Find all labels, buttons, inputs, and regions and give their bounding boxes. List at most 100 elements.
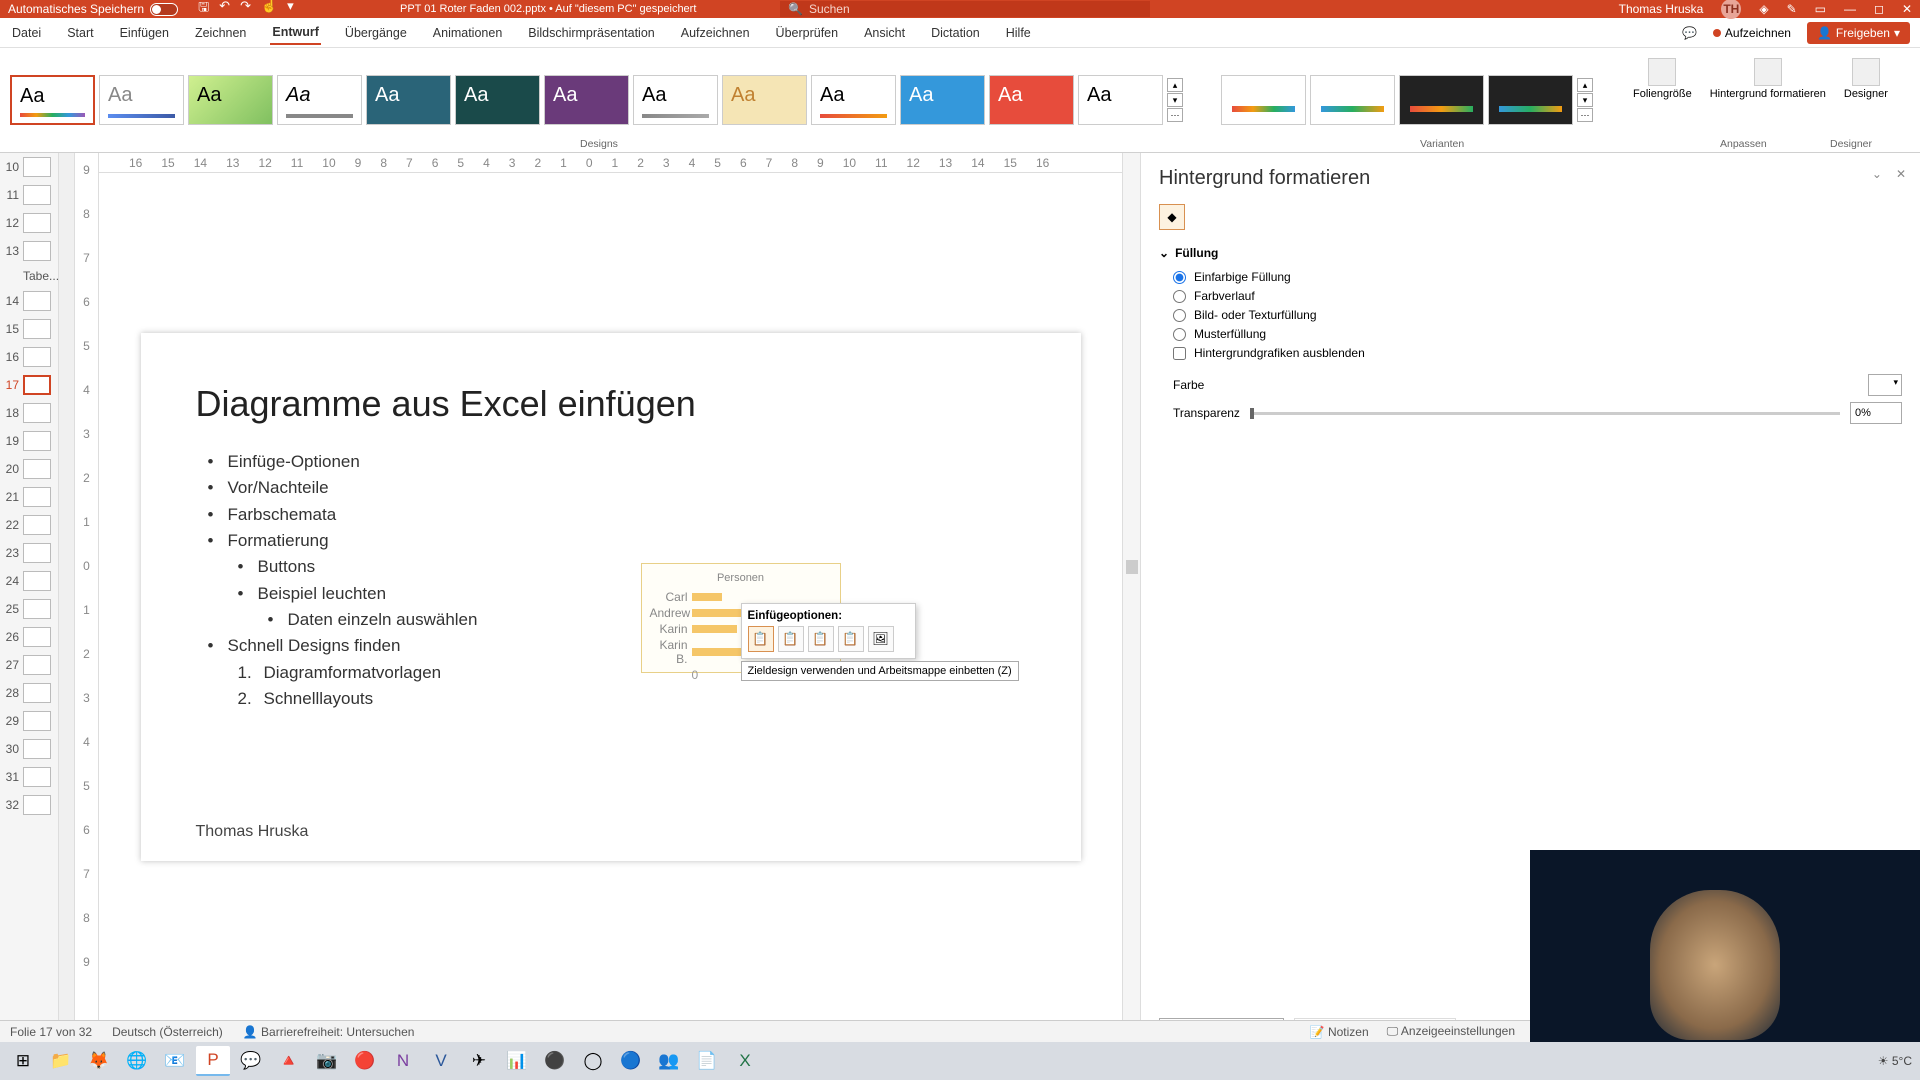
theme-item[interactable]: Aa bbox=[1078, 75, 1163, 125]
undo-icon[interactable]: ↶ bbox=[219, 0, 230, 20]
app-icon[interactable]: 📷 bbox=[310, 1046, 344, 1076]
variants-more[interactable]: ▴▾⋯ bbox=[1577, 78, 1595, 122]
slide-canvas[interactable]: Diagramme aus Excel einfügen Einfüge-Opt… bbox=[141, 333, 1081, 861]
pane-collapse-icon[interactable]: ⌄ bbox=[1872, 167, 1882, 181]
notes-button[interactable]: 📝 Notizen bbox=[1310, 1025, 1369, 1039]
vlc-icon[interactable]: 🔺 bbox=[272, 1046, 306, 1076]
pane-close-icon[interactable]: ✕ bbox=[1896, 167, 1906, 181]
user-name[interactable]: Thomas Hruska bbox=[1619, 2, 1704, 16]
ribbon-options-icon[interactable]: ▭ bbox=[1815, 2, 1826, 16]
diamond-icon[interactable]: ◈ bbox=[1759, 2, 1768, 16]
fill-tab-icon[interactable]: ◆ bbox=[1159, 204, 1185, 230]
gradient-fill-radio[interactable]: Farbverlauf bbox=[1173, 289, 1902, 303]
app-icon[interactable]: ◯ bbox=[576, 1046, 610, 1076]
close-icon[interactable]: ✕ bbox=[1902, 2, 1912, 16]
maximize-icon[interactable]: ◻ bbox=[1874, 2, 1884, 16]
theme-item[interactable]: Aa bbox=[989, 75, 1074, 125]
variant-item[interactable] bbox=[1399, 75, 1484, 125]
tab-ansicht[interactable]: Ansicht bbox=[862, 22, 907, 44]
theme-item[interactable]: Aa bbox=[722, 75, 807, 125]
themes-more[interactable]: ▴▾⋯ bbox=[1167, 78, 1185, 122]
visio-icon[interactable]: V bbox=[424, 1046, 458, 1076]
theme-item[interactable]: Aa bbox=[900, 75, 985, 125]
tab-hilfe[interactable]: Hilfe bbox=[1004, 22, 1033, 44]
tab-animationen[interactable]: Animationen bbox=[431, 22, 505, 44]
tab-aufzeichnen[interactable]: Aufzeichnen bbox=[679, 22, 752, 44]
accessibility-status[interactable]: 👤 Barrierefreiheit: Untersuchen bbox=[243, 1025, 415, 1039]
pen-icon[interactable]: ✎ bbox=[1787, 2, 1797, 16]
avatar[interactable]: TH bbox=[1721, 0, 1741, 19]
thumb-scrollbar[interactable] bbox=[58, 153, 74, 1058]
ribbon-content: Aa Aa Aa Aa Aa Aa Aa Aa Aa Aa Aa Aa Aa ▴… bbox=[0, 48, 1920, 153]
app-icon[interactable]: 💬 bbox=[234, 1046, 268, 1076]
theme-item[interactable]: Aa bbox=[188, 75, 273, 125]
tab-uebergaenge[interactable]: Übergänge bbox=[343, 22, 409, 44]
paste-option-embed-icon[interactable]: 📋 bbox=[748, 626, 774, 652]
search-input[interactable]: 🔍 Suchen bbox=[780, 1, 1150, 17]
color-picker[interactable] bbox=[1868, 374, 1902, 396]
app-icon[interactable]: 🔴 bbox=[348, 1046, 382, 1076]
transparency-slider[interactable] bbox=[1250, 412, 1840, 415]
chrome-icon[interactable]: 🌐 bbox=[120, 1046, 154, 1076]
language-status[interactable]: Deutsch (Österreich) bbox=[112, 1025, 223, 1039]
paste-option-icon[interactable]: 📋 bbox=[808, 626, 834, 652]
variant-item[interactable] bbox=[1221, 75, 1306, 125]
share-button[interactable]: 👤 Freigeben ▾ bbox=[1807, 22, 1910, 44]
onenote-icon[interactable]: N bbox=[386, 1046, 420, 1076]
solid-fill-radio[interactable]: Einfarbige Füllung bbox=[1173, 270, 1902, 284]
paste-option-picture-icon[interactable]: 🖼 bbox=[868, 626, 894, 652]
tab-einfuegen[interactable]: Einfügen bbox=[118, 22, 171, 44]
theme-item[interactable]: Aa bbox=[544, 75, 629, 125]
variant-item[interactable] bbox=[1488, 75, 1573, 125]
display-settings[interactable]: 🖵 Anzeigeeinstellungen bbox=[1387, 1024, 1515, 1039]
hide-graphics-checkbox[interactable]: Hintergrundgrafiken ausblenden bbox=[1173, 346, 1902, 360]
tab-ueberpruefen[interactable]: Überprüfen bbox=[774, 22, 841, 44]
save-icon[interactable]: 🖫 bbox=[198, 0, 209, 20]
theme-item[interactable]: Aa bbox=[10, 75, 95, 125]
format-background-button[interactable]: Hintergrund formatieren bbox=[1704, 54, 1832, 105]
powerpoint-icon[interactable]: P bbox=[196, 1046, 230, 1076]
tab-dictation[interactable]: Dictation bbox=[929, 22, 982, 44]
tab-bildschirm[interactable]: Bildschirmpräsentation bbox=[526, 22, 656, 44]
start-icon[interactable]: ⊞ bbox=[6, 1046, 40, 1076]
app-icon[interactable]: 📊 bbox=[500, 1046, 534, 1076]
qat-more-icon[interactable]: ▾ bbox=[287, 0, 294, 20]
tab-start[interactable]: Start bbox=[65, 22, 95, 44]
tab-zeichnen[interactable]: Zeichnen bbox=[193, 22, 248, 44]
transparency-value[interactable] bbox=[1850, 402, 1902, 424]
tab-datei[interactable]: Datei bbox=[10, 22, 43, 44]
autosave-toggle[interactable]: Automatisches Speichern bbox=[8, 2, 178, 16]
theme-item[interactable]: Aa bbox=[455, 75, 540, 125]
paste-option-icon[interactable]: 📋 bbox=[778, 626, 804, 652]
explorer-icon[interactable]: 📁 bbox=[44, 1046, 78, 1076]
slide-counter[interactable]: Folie 17 von 32 bbox=[10, 1025, 92, 1039]
tab-entwurf[interactable]: Entwurf bbox=[270, 21, 321, 45]
obs-icon[interactable]: ⚫ bbox=[538, 1046, 572, 1076]
vertical-scrollbar[interactable] bbox=[1122, 153, 1140, 1058]
theme-item[interactable]: Aa bbox=[633, 75, 718, 125]
slide-size-button[interactable]: Foliengröße bbox=[1627, 54, 1698, 105]
picture-fill-radio[interactable]: Bild- oder Texturfüllung bbox=[1173, 308, 1902, 322]
paste-option-icon[interactable]: 📋 bbox=[838, 626, 864, 652]
app-icon[interactable]: 👥 bbox=[652, 1046, 686, 1076]
app-icon[interactable]: 📄 bbox=[690, 1046, 724, 1076]
firefox-icon[interactable]: 🦊 bbox=[82, 1046, 116, 1076]
record-button[interactable]: Aufzeichnen bbox=[1713, 26, 1791, 40]
touch-icon[interactable]: ☝ bbox=[261, 0, 277, 20]
weather-widget[interactable]: ☀ 5°C bbox=[1878, 1054, 1912, 1068]
variant-item[interactable] bbox=[1310, 75, 1395, 125]
minimize-icon[interactable]: — bbox=[1844, 2, 1856, 16]
app-icon[interactable]: 🔵 bbox=[614, 1046, 648, 1076]
theme-item[interactable]: Aa bbox=[811, 75, 896, 125]
telegram-icon[interactable]: ✈ bbox=[462, 1046, 496, 1076]
fill-section[interactable]: ⌄Füllung bbox=[1159, 246, 1902, 260]
pattern-fill-radio[interactable]: Musterfüllung bbox=[1173, 327, 1902, 341]
redo-icon[interactable]: ↷ bbox=[240, 0, 251, 20]
theme-item[interactable]: Aa bbox=[99, 75, 184, 125]
outlook-icon[interactable]: 📧 bbox=[158, 1046, 192, 1076]
excel-icon[interactable]: X bbox=[728, 1046, 762, 1076]
theme-item[interactable]: Aa bbox=[366, 75, 451, 125]
theme-item[interactable]: Aa bbox=[277, 75, 362, 125]
designer-button[interactable]: Designer bbox=[1838, 54, 1894, 105]
comments-icon[interactable]: 💬 bbox=[1682, 26, 1697, 40]
